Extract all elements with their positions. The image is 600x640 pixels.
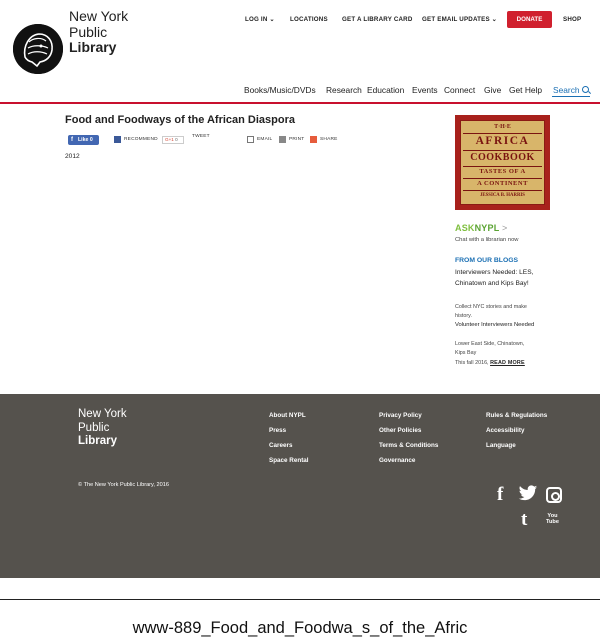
footer-nypl-wordmark[interactable]: New York Public Library [78, 408, 127, 449]
email-button[interactable]: EMAIL [257, 137, 272, 142]
blog-post-title[interactable]: Volunteer Interviewers Needed [455, 321, 535, 330]
footer-link-privacy[interactable]: Privacy Policy [379, 412, 422, 419]
youtube-icon[interactable]: You Tube [546, 513, 559, 525]
blogs-heading: FROM OUR BLOGS [455, 257, 519, 264]
read-more-link[interactable]: READ MORE [490, 360, 525, 366]
screenshot-caption: www-889_Food_and_Foodwa_s_of_the_Afric [132, 619, 468, 637]
site-footer: New York Public Library About NYPL Press… [0, 394, 600, 578]
book-rule [463, 133, 542, 134]
share-button[interactable]: SHARE [320, 137, 338, 142]
book-line-3: COOKBOOK [470, 152, 535, 163]
footer-link-about[interactable]: About NYPL [269, 412, 306, 419]
book-line-4: TASTES OF A [479, 168, 526, 175]
publication-year: 2012 [65, 153, 80, 160]
youtube-label-bottom: Tube [546, 519, 559, 525]
nypl-label: NYPL [474, 223, 500, 233]
print-icon [279, 136, 286, 143]
ask-label: ASK [455, 223, 475, 233]
book-rule [463, 190, 542, 191]
main-nav: Books/Music/DVDs Research Education Even… [0, 85, 600, 97]
tumblr-icon[interactable]: t [521, 509, 527, 531]
footer-link-careers[interactable]: Careers [269, 442, 292, 449]
book-line-5: A CONTINENT [477, 180, 528, 187]
google-plus-count: 0 [175, 137, 178, 142]
book-rule [463, 150, 542, 151]
chevron-down-icon: ⌄ [269, 16, 275, 23]
book-cover-image[interactable]: T·H·E AFRICA COOKBOOK TASTES OF A A CONT… [455, 115, 550, 210]
footer-link-terms[interactable]: Terms & Conditions [379, 442, 438, 449]
google-plus-button[interactable]: G+1 0 [162, 136, 184, 144]
nav-give[interactable]: Give [484, 85, 501, 95]
book-line-2: AFRICA [475, 135, 530, 147]
footer-link-press[interactable]: Press [269, 427, 286, 434]
footer-link-language[interactable]: Language [486, 442, 516, 449]
footer-logo-line-3: Library [78, 435, 117, 447]
recommend-button[interactable]: RECOMMEND [124, 137, 158, 142]
footer-link-accessibility[interactable]: Accessibility [486, 427, 525, 434]
page-title: Food and Foodways of the African Diaspor… [65, 114, 296, 126]
search-icon[interactable] [582, 86, 589, 93]
blog-post-excerpt: This fall 2016, READ MORE [455, 359, 535, 368]
book-line-6: JESSICA B. HARRIS [480, 193, 525, 198]
google-plus-label: G+1 [165, 137, 174, 142]
facebook-icon[interactable]: f [497, 484, 503, 506]
share-bar: Like 0 RECOMMEND G+1 0 TWEET EMAIL PRINT… [65, 133, 445, 147]
book-rule [463, 166, 542, 167]
book-line-1: T·H·E [494, 124, 511, 130]
search-link[interactable]: Search [553, 85, 580, 95]
nav-books-music-dvds[interactable]: Books/Music/DVDs [244, 85, 316, 95]
blog-post-extra: This fall 2016, [455, 360, 489, 366]
shop-link[interactable]: SHOP [563, 16, 581, 23]
tweet-button[interactable]: TWEET [192, 134, 210, 139]
facebook-icon [114, 136, 121, 143]
instagram-icon[interactable] [546, 487, 562, 503]
nav-connect[interactable]: Connect [444, 85, 475, 95]
blog-post-excerpt: Lower East Side, Chinatown, Kips Bay [455, 341, 525, 356]
logo-line-3: Library [69, 39, 117, 55]
caption-divider [0, 599, 600, 600]
nav-events[interactable]: Events [412, 85, 438, 95]
ask-nypl-link[interactable]: ASKNYPL > [455, 223, 507, 233]
nav-research[interactable]: Research [326, 85, 362, 95]
facebook-like-button[interactable]: Like 0 [68, 135, 99, 145]
library-card-link[interactable]: GET A LIBRARY CARD [342, 16, 413, 23]
footer-link-governance[interactable]: Governance [379, 457, 415, 464]
login-link[interactable]: LOG IN ⌄ [245, 16, 275, 23]
footer-link-rules[interactable]: Rules & Regulations [486, 412, 547, 419]
footer-link-space-rental[interactable]: Space Rental [269, 457, 309, 464]
nypl-lion-logo-icon[interactable] [13, 24, 63, 74]
footer-link-other-policies[interactable]: Other Policies [379, 427, 421, 434]
site-header: New York Public Library LOG IN ⌄ LOCATIO… [0, 0, 600, 104]
search-underline [552, 96, 590, 97]
footer-logo-line-1: New York [78, 408, 127, 420]
email-icon [247, 136, 254, 143]
footer-logo-line-2: Public [78, 421, 110, 434]
donate-button[interactable]: DONATE [507, 11, 552, 28]
print-button[interactable]: PRINT [289, 137, 304, 142]
copyright-text: © The New York Public Library, 2016 [78, 482, 169, 488]
share-plus-icon [310, 136, 317, 143]
email-updates-link[interactable]: GET EMAIL UPDATES ⌄ [422, 16, 497, 23]
book-cover-art: T·H·E AFRICA COOKBOOK TASTES OF A A CONT… [460, 120, 545, 205]
ask-nypl-subtitle: Chat with a librarian now [455, 237, 519, 243]
blog-post-excerpt: Collect NYC stories and make history. [455, 304, 527, 319]
blog-post-link[interactable]: Interviewers Needed: LES, Chinatown and … [455, 268, 535, 289]
book-rule [463, 178, 542, 179]
chevron-right-icon: > [501, 223, 508, 233]
nav-education[interactable]: Education [367, 85, 404, 95]
nav-get-help[interactable]: Get Help [509, 85, 542, 95]
chevron-down-icon: ⌄ [491, 16, 498, 23]
twitter-icon[interactable] [518, 485, 538, 502]
locations-link[interactable]: LOCATIONS [290, 16, 328, 23]
